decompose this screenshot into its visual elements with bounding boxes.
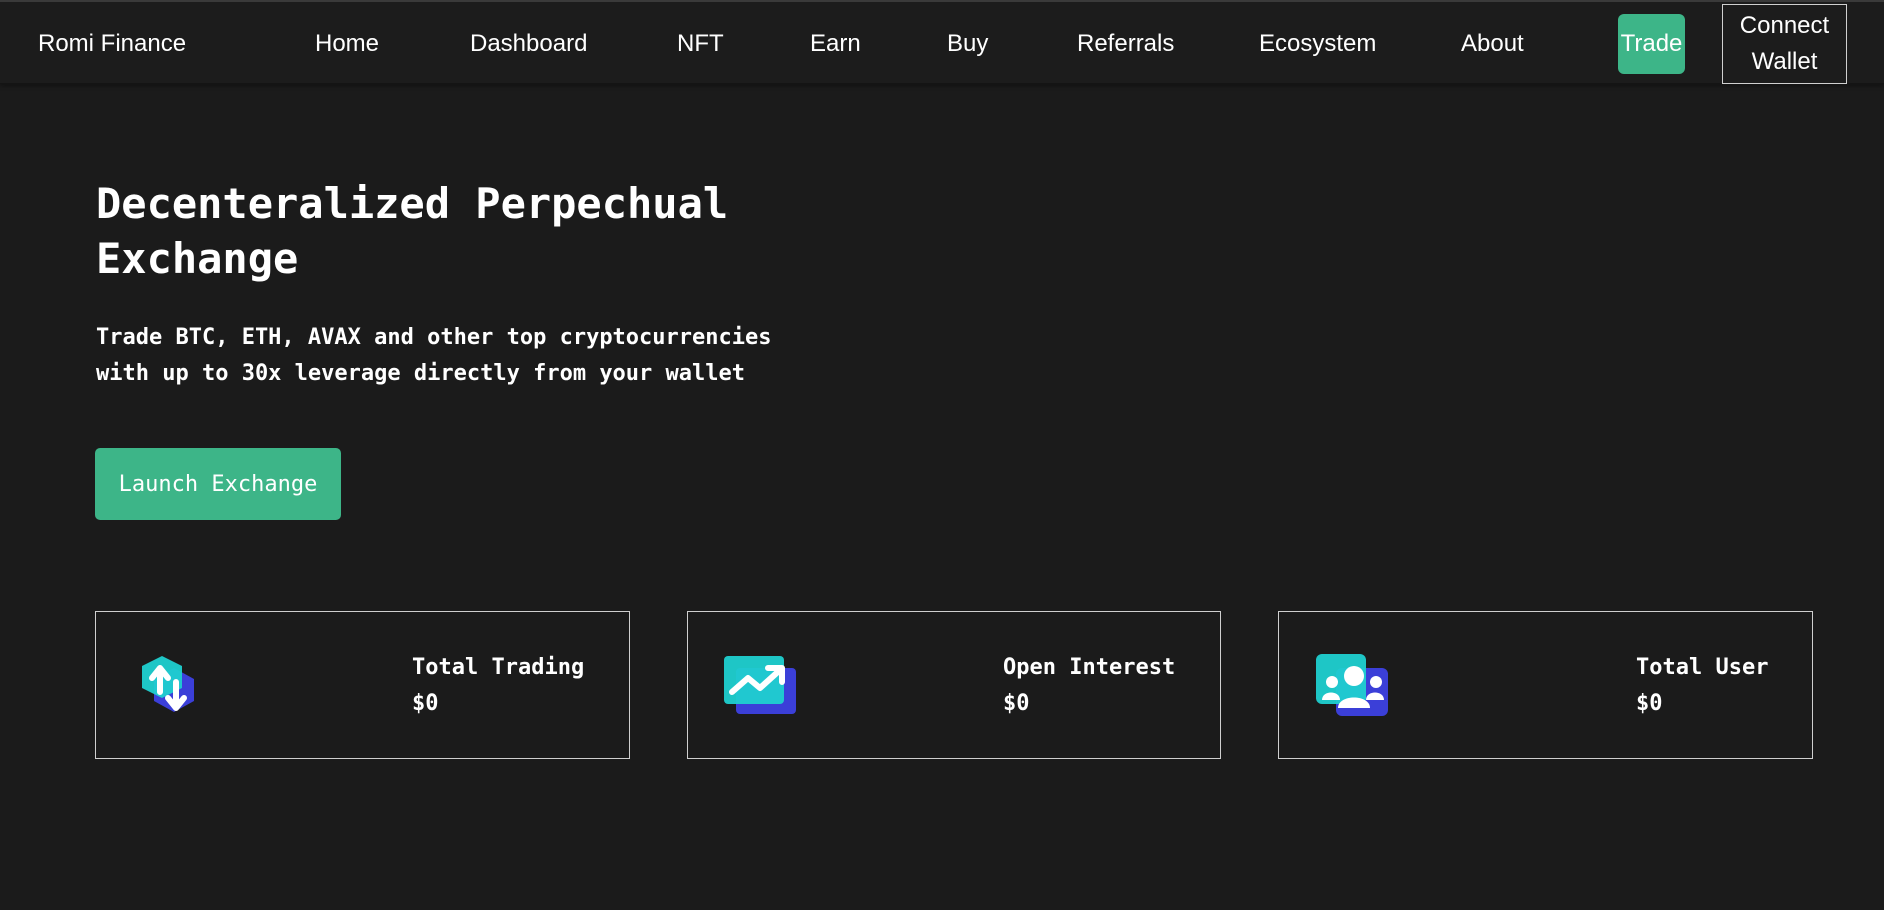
nav-link-referrals[interactable]: Referrals bbox=[1077, 30, 1174, 58]
stat-text-group: Open Interest $0 bbox=[1003, 650, 1175, 722]
stat-value: $0 bbox=[1003, 691, 1030, 716]
top-navbar: Romi Finance Home Dashboard NFT Earn Buy… bbox=[0, 0, 1884, 84]
trade-button[interactable]: Trade bbox=[1618, 14, 1685, 74]
nav-link-buy[interactable]: Buy bbox=[947, 30, 988, 58]
nav-link-home[interactable]: Home bbox=[315, 30, 379, 58]
users-group-icon bbox=[1316, 648, 1392, 724]
stat-label: Total User bbox=[1636, 655, 1769, 680]
nav-link-ecosystem[interactable]: Ecosystem bbox=[1259, 30, 1376, 58]
nav-link-about[interactable]: About bbox=[1461, 30, 1524, 58]
launch-exchange-button[interactable]: Launch Exchange bbox=[95, 448, 341, 520]
stat-card-total-trading: Total Trading $0 bbox=[95, 611, 630, 759]
stat-label: Total Trading bbox=[412, 655, 585, 680]
stat-card-total-user: Total User $0 bbox=[1278, 611, 1813, 759]
nav-link-dashboard[interactable]: Dashboard bbox=[470, 30, 587, 58]
connect-wallet-button[interactable]: Connect Wallet bbox=[1722, 4, 1847, 84]
stat-card-open-interest: Open Interest $0 bbox=[687, 611, 1221, 759]
stat-label: Open Interest bbox=[1003, 655, 1176, 680]
stat-value: $0 bbox=[412, 691, 439, 716]
stat-text-group: Total User $0 bbox=[1636, 650, 1768, 722]
nav-link-nft[interactable]: NFT bbox=[677, 30, 724, 58]
hero-subtitle: Trade BTC, ETH, AVAX and other top crypt… bbox=[96, 325, 772, 386]
nav-link-earn[interactable]: Earn bbox=[810, 30, 861, 58]
trading-swap-icon bbox=[132, 648, 208, 724]
brand-name[interactable]: Romi Finance bbox=[38, 30, 186, 58]
hero-title: Decenteralized Perpechual Exchange bbox=[96, 179, 729, 283]
trend-chart-icon bbox=[724, 648, 800, 724]
stat-text-group: Total Trading $0 bbox=[412, 650, 584, 722]
stat-value: $0 bbox=[1636, 691, 1663, 716]
